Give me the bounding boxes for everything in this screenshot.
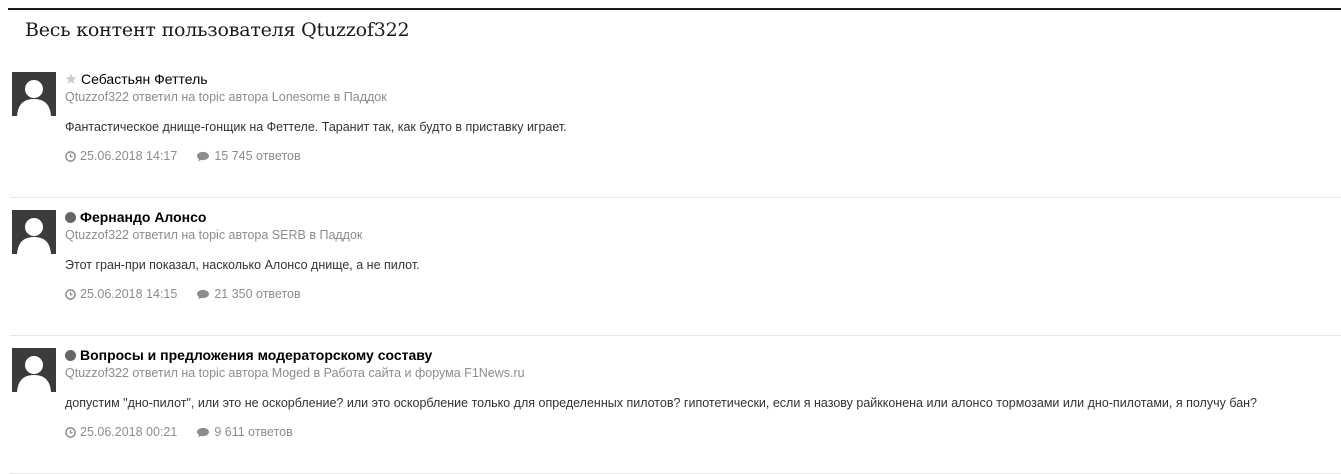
comment-icon [197, 151, 210, 162]
forum-link[interactable]: Работа сайта и форума F1News.ru [324, 366, 525, 380]
item-replies-text: 15 745 ответов [214, 149, 301, 163]
avatar[interactable] [12, 72, 56, 116]
stream-item: Фернандо Алонсо Qtuzzof322 ответил на to… [10, 198, 1341, 336]
comment-icon [197, 289, 210, 300]
author-link[interactable]: Qtuzzof322 [65, 90, 129, 104]
item-footer: 25.06.2018 14:17 15 745 ответов [65, 149, 320, 164]
item-date-text: 25.06.2018 14:17 [80, 149, 178, 163]
item-date[interactable]: 25.06.2018 14:15 [65, 287, 177, 302]
item-meta: Qtuzzof322 ответил на topic автора Lones… [65, 90, 387, 105]
item-replies-text: 21 350 ответов [214, 287, 301, 301]
avatar-silhouette-icon [12, 348, 56, 392]
meta-action: ответил на topic автора [132, 90, 269, 104]
activity-stream: Себастьян Феттель Qtuzzof322 ответил на … [0, 60, 1341, 474]
topic-author-link[interactable]: Lonesome [272, 90, 330, 104]
clock-icon [65, 427, 76, 438]
avatar[interactable] [12, 210, 56, 254]
forum-link[interactable]: Паддок [344, 90, 387, 104]
item-meta: Qtuzzof322 ответил на topic автора Moged… [65, 366, 525, 381]
item-replies: 15 745 ответов [196, 149, 301, 164]
item-title[interactable]: Себастьян Феттель [65, 71, 208, 87]
topic-author-link[interactable]: SERB [272, 228, 306, 242]
item-replies: 9 611 ответов [196, 425, 293, 440]
meta-in: в [313, 366, 321, 380]
meta-in: в [333, 90, 341, 104]
avatar-silhouette-icon [12, 72, 56, 116]
item-replies: 21 350 ответов [196, 287, 301, 302]
item-replies-text: 9 611 ответов [214, 425, 293, 439]
comment-icon [197, 427, 210, 438]
meta-action: ответил на topic автора [132, 228, 269, 242]
item-date[interactable]: 25.06.2018 00:21 [65, 425, 177, 440]
item-date-text: 25.06.2018 00:21 [80, 425, 178, 439]
topic-author-link[interactable]: Moged [272, 366, 310, 380]
item-title-text: Фернандо Алонсо [80, 209, 207, 225]
item-footer: 25.06.2018 00:21 9 611 ответов [65, 425, 312, 440]
item-snippet: Фантастическое днище-гонщик на Феттеле. … [65, 120, 567, 134]
clock-icon [65, 289, 76, 300]
stream-item: Себастьян Феттель Qtuzzof322 ответил на … [10, 60, 1341, 198]
avatar-silhouette-icon [12, 210, 56, 254]
item-snippet: допустим "дно-пилот", или это не оскорбл… [65, 396, 1257, 410]
forum-link[interactable]: Паддок [319, 228, 362, 242]
item-title-text: Себастьян Феттель [81, 71, 208, 87]
star-icon [65, 73, 77, 84]
clock-icon [65, 151, 76, 162]
item-title[interactable]: Вопросы и предложения модераторскому сос… [65, 347, 432, 363]
meta-action: ответил на topic автора [132, 366, 269, 380]
page-title: Весь контент пользователя Qtuzzof322 [25, 19, 410, 41]
unread-dot-icon [65, 349, 76, 361]
item-snippet: Этот гран-при показал, насколько Алонсо … [65, 258, 420, 272]
meta-in: в [309, 228, 316, 242]
stream-item: Вопросы и предложения модераторскому сос… [10, 336, 1341, 474]
author-link[interactable]: Qtuzzof322 [65, 366, 129, 380]
item-meta: Qtuzzof322 ответил на topic автора SERB … [65, 228, 362, 243]
item-date-text: 25.06.2018 14:15 [80, 287, 178, 301]
item-title-text: Вопросы и предложения модераторскому сос… [80, 347, 433, 363]
author-link[interactable]: Qtuzzof322 [65, 228, 129, 242]
item-title[interactable]: Фернандо Алонсо [65, 209, 206, 225]
item-date[interactable]: 25.06.2018 14:17 [65, 149, 177, 164]
avatar[interactable] [12, 348, 56, 392]
item-footer: 25.06.2018 14:15 21 350 ответов [65, 287, 320, 302]
top-border [8, 8, 1341, 10]
unread-dot-icon [65, 211, 76, 223]
